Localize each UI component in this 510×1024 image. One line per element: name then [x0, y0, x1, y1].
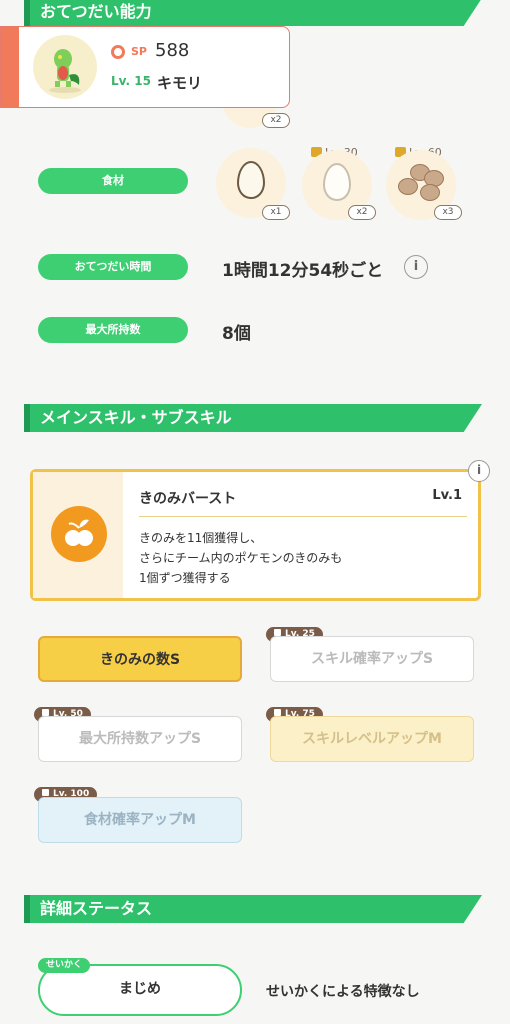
sub-skill-5[interactable]: 食材確率アップM: [38, 797, 242, 843]
max-carry-value: 8個: [222, 324, 251, 344]
section-title: 詳細ステータス: [40, 899, 153, 918]
ingredient-count-1: x1: [262, 205, 290, 220]
sub-skill-label: 食材確率アップM: [84, 812, 196, 828]
ingredient-count-2: x2: [348, 205, 376, 220]
berry-burst-icon: [51, 506, 107, 562]
help-time-value: 1時間12分54秒ごと: [222, 261, 384, 281]
sp-value: 588: [155, 40, 190, 61]
max-carry-label: 最大所持数: [38, 317, 188, 343]
pokemon-name: キモリ: [157, 74, 203, 92]
egg-icon: [237, 161, 265, 199]
section-title: おてつだい能力: [40, 2, 152, 21]
main-skill-level: Lv.1: [432, 488, 462, 503]
sub-skill-4[interactable]: スキルレベルアップM: [270, 716, 474, 762]
nature-value: まじめ: [119, 981, 161, 997]
sp-icon: [111, 45, 125, 59]
sub-skill-label: スキル確率アップS: [310, 651, 434, 667]
info-icon[interactable]: i: [468, 460, 490, 482]
sub-skill-label: スキルレベルアップM: [302, 731, 442, 747]
berry-count: x2: [262, 113, 290, 128]
nature-tag: せいかく: [38, 958, 91, 973]
pokemon-avatar: [33, 35, 97, 99]
main-skill-card[interactable]: きのみバースト Lv.1 きのみを11個獲得し、 さらにチーム内のポケモンのきの…: [30, 469, 481, 601]
section-header-help: おてつだい能力: [24, 0, 482, 26]
ingredients-label: 食材: [38, 168, 188, 194]
section-title: メインスキル・サブスキル: [40, 408, 232, 427]
main-skill-description: きのみを11個獲得し、 さらにチーム内のポケモンのきのみも 1個ずつ獲得する: [139, 531, 343, 585]
pokemon-level: Lv. 15: [111, 74, 151, 88]
sub-skill-label: きのみの数S: [99, 652, 181, 668]
sp-label: SP: [131, 45, 147, 58]
sub-skill-label: 最大所持数アップS: [78, 731, 202, 747]
nature-effect: せいかくによる特徴なし: [266, 984, 420, 1000]
sub-skill-3[interactable]: 最大所持数アップS: [38, 716, 242, 762]
pokemon-card[interactable]: SP 588 Lv. 15 キモリ: [0, 26, 290, 108]
section-header-details: 詳細ステータス: [24, 895, 482, 923]
info-icon[interactable]: i: [404, 255, 428, 279]
sub-skill-1[interactable]: きのみの数S: [38, 636, 242, 682]
section-header-skills: メインスキル・サブスキル: [24, 404, 482, 432]
egg-icon: [323, 163, 351, 201]
mushroom-icon: [396, 164, 448, 204]
main-skill-name: きのみバースト: [139, 491, 237, 507]
sub-skill-2[interactable]: スキル確率アップS: [270, 636, 474, 682]
help-time-label: おてつだい時間: [38, 254, 188, 280]
ingredient-count-3: x3: [434, 205, 462, 220]
